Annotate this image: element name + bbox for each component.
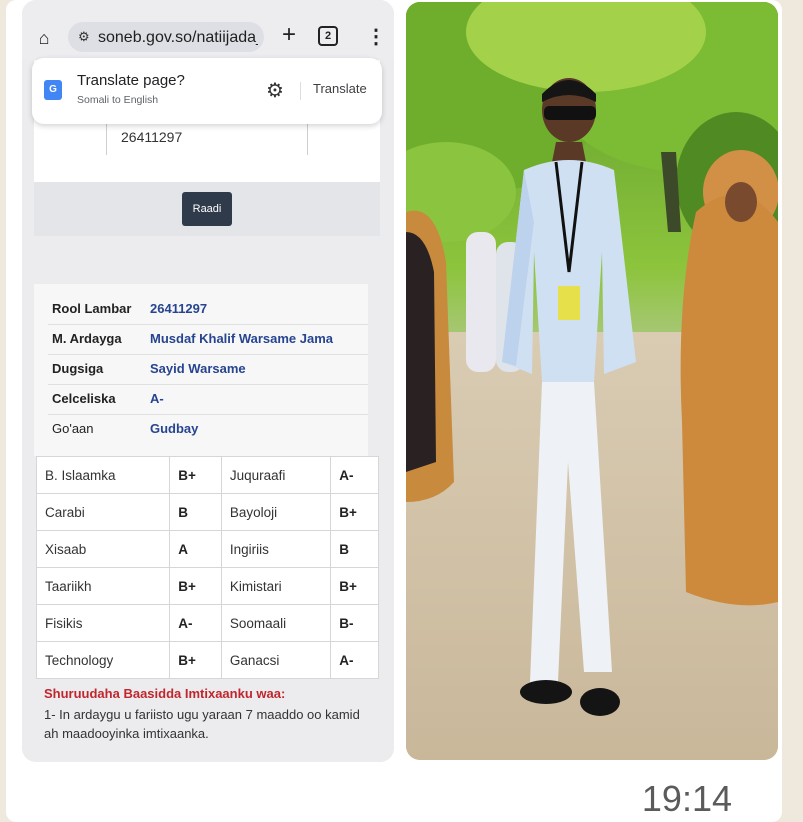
address-bar[interactable]: ⚙ soneb.gov.so/natiijada_ (68, 22, 264, 52)
grade-cell: B- (330, 604, 379, 642)
info-label: Go'aan (52, 421, 94, 436)
requirements-note: Shuruudaha Baasidda Imtixaanku waa: 1- I… (44, 686, 364, 743)
subject-cell: B. Islaamka (35, 456, 171, 494)
translate-button[interactable]: Translate (313, 81, 367, 96)
screenshot-image[interactable]: ⌂ ⚙ soneb.gov.so/natiijada_ + 2 ⋮ 264112… (22, 0, 394, 762)
info-value: Gudbay (150, 421, 199, 436)
message-bubble: ⌂ ⚙ soneb.gov.so/natiijada_ + 2 ⋮ 264112… (6, 0, 782, 822)
grade-cell: A- (330, 641, 379, 679)
url-text: soneb.gov.so/natiijada_ (98, 29, 258, 46)
message-timestamp: 19:14 (641, 778, 732, 819)
table-row: B. Islaamka B+ Juquraafi A- (35, 456, 379, 494)
info-value: Sayid Warsame (150, 361, 246, 376)
grade-cell: B+ (169, 456, 222, 494)
browser-toolbar: ⌂ ⚙ soneb.gov.so/natiijada_ + 2 ⋮ (22, 14, 394, 60)
overflow-menu-icon[interactable]: ⋮ (366, 24, 386, 49)
new-tab-icon[interactable]: + (282, 23, 296, 47)
table-row: Technology B+ Ganacsi A- (35, 641, 379, 679)
subject-cell: Soomaali (220, 604, 332, 642)
info-label: Celceliska (52, 391, 116, 406)
grade-cell: A (169, 530, 222, 568)
search-button-area: Raadi (34, 182, 380, 236)
search-button[interactable]: Raadi (182, 192, 232, 226)
grade-cell: B+ (330, 493, 379, 531)
divider (300, 82, 301, 100)
translate-subtitle: Somali to English (77, 94, 159, 106)
grade-cell: B (330, 530, 379, 568)
status-bar (22, 0, 394, 14)
requirements-title: Shuruudaha Baasidda Imtixaanku waa: (44, 686, 286, 701)
table-row: Taariikh B+ Kimistari B+ (35, 567, 379, 605)
info-row: Go'aan Gudbay (48, 414, 368, 444)
subject-cell: Ingiriis (220, 530, 332, 568)
info-row: M. Ardayga Musdaf Khalif Warsame Jama (48, 324, 368, 355)
subject-cell: Xisaab (35, 530, 171, 568)
site-settings-icon[interactable]: ⚙ (78, 29, 90, 45)
tab-switcher-button[interactable]: 2 (318, 26, 338, 46)
info-row: Celceliska A- (48, 384, 368, 415)
info-row: Rool Lambar 26411297 (48, 294, 368, 325)
info-row: Dugsiga Sayid Warsame (48, 354, 368, 385)
google-translate-icon: G (44, 80, 62, 100)
info-value: A- (150, 391, 164, 406)
system-nav-bar (22, 748, 394, 762)
grades-table: B. Islaamka B+ Juquraafi A- Carabi B Bay… (35, 456, 379, 679)
roll-number-value: 26411297 (121, 129, 183, 145)
grade-cell: A- (330, 456, 379, 494)
subject-cell: Kimistari (220, 567, 332, 605)
translate-title: Translate page? (77, 72, 185, 89)
photo-illustration (406, 2, 778, 760)
table-row: Fisikis A- Soomaali B- (35, 604, 379, 642)
student-info-card: Rool Lambar 26411297 M. Ardayga Musdaf K… (34, 284, 368, 456)
gear-icon[interactable]: ⚙ (266, 78, 284, 103)
info-value: 26411297 (150, 301, 208, 316)
translate-popup: G Translate page? Somali to English ⚙ Tr… (32, 58, 382, 124)
table-row: Carabi B Bayoloji B+ (35, 493, 379, 531)
student-photo[interactable] (406, 2, 778, 760)
info-label: Rool Lambar (52, 301, 132, 316)
grade-cell: B (169, 493, 222, 531)
subject-cell: Ganacsi (220, 641, 332, 679)
subject-cell: Taariikh (35, 567, 171, 605)
info-label: M. Ardayga (52, 331, 122, 346)
table-row: Xisaab A Ingiriis B (35, 530, 379, 568)
info-value: Musdaf Khalif Warsame Jama (150, 331, 334, 346)
subject-cell: Technology (35, 641, 171, 679)
subject-cell: Carabi (35, 493, 171, 531)
info-label: Dugsiga (52, 361, 104, 376)
home-icon[interactable]: ⌂ (34, 28, 54, 48)
grade-cell: B+ (330, 567, 379, 605)
requirements-text: 1- In ardaygu u fariisto ugu yaraan 7 ma… (44, 707, 360, 741)
subject-cell: Juquraafi (220, 456, 332, 494)
grade-cell: B+ (169, 641, 222, 679)
grade-cell: A- (169, 604, 222, 642)
grade-cell: B+ (169, 567, 222, 605)
subject-cell: Bayoloji (220, 493, 332, 531)
subject-cell: Fisikis (35, 604, 171, 642)
